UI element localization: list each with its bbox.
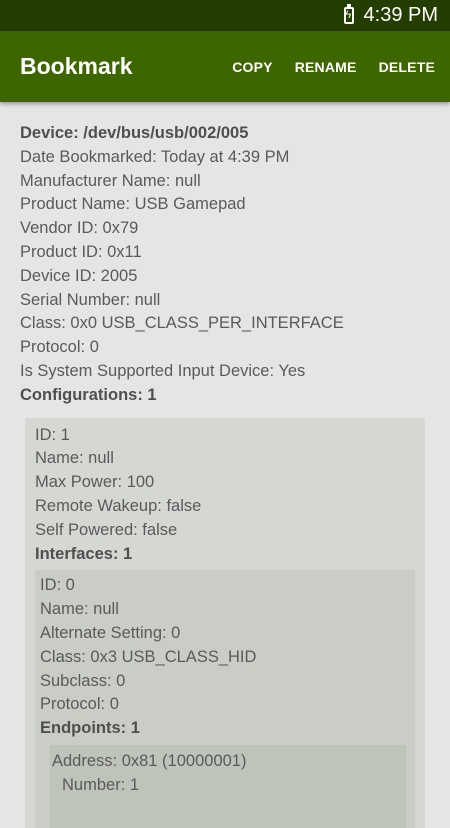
interface-name: Name: null xyxy=(40,600,119,619)
device-details: Device: /dev/bus/usb/002/005 Date Bookma… xyxy=(0,102,450,828)
device-path: Device: /dev/bus/usb/002/005 xyxy=(20,124,249,142)
device-protocol: Protocol: 0 xyxy=(20,338,99,357)
status-bar: ϟ 4:39 PM xyxy=(0,0,450,31)
config-name: Name: null xyxy=(35,449,114,468)
interface-id: ID: 0 xyxy=(40,576,75,595)
copy-button[interactable]: COPY xyxy=(232,59,272,75)
endpoint-card: Address: 0x81 (10000001) Number: 1 xyxy=(50,744,406,828)
serial-number: Serial Number: null xyxy=(20,290,161,309)
config-remote-wakeup: Remote Wakeup: false xyxy=(35,496,202,515)
battery-charging-icon: ϟ xyxy=(343,4,354,24)
device-id: Device ID: 2005 xyxy=(20,266,138,285)
date-bookmarked: Date Bookmarked: Today at 4:39 PM xyxy=(20,147,290,166)
interface-card: ID: 0 Name: null Alternate Setting: 0 Cl… xyxy=(35,570,415,828)
app-bar: Bookmark COPY RENAME DELETE xyxy=(0,31,450,102)
configurations-heading: Configurations: 1 xyxy=(20,385,157,404)
config-max-power: Max Power: 100 xyxy=(35,473,155,492)
status-time: 4:39 PM xyxy=(363,4,438,26)
interface-alt-setting: Alternate Setting: 0 xyxy=(40,623,181,642)
interface-subclass: Subclass: 0 xyxy=(40,671,126,690)
input-device-supported: Is System Supported Input Device: Yes xyxy=(20,361,306,380)
device-class: Class: 0x0 USB_CLASS_PER_INTERFACE xyxy=(20,314,344,333)
vendor-id: Vendor ID: 0x79 xyxy=(20,219,139,238)
interface-class: Class: 0x3 USB_CLASS_HID xyxy=(40,647,257,666)
delete-button[interactable]: DELETE xyxy=(379,59,435,75)
config-self-powered: Self Powered: false xyxy=(35,520,178,539)
manufacturer-name: Manufacturer Name: null xyxy=(20,171,201,190)
config-id: ID: 1 xyxy=(35,425,70,444)
product-name: Product Name: USB Gamepad xyxy=(20,195,246,214)
interface-protocol: Protocol: 0 xyxy=(40,695,119,714)
endpoint-number: Number: 1 xyxy=(62,775,140,794)
rename-button[interactable]: RENAME xyxy=(295,59,357,75)
endpoint-address: Address: 0x81 (10000001) xyxy=(52,751,247,770)
product-id: Product ID: 0x11 xyxy=(20,242,142,261)
page-title: Bookmark xyxy=(20,53,133,79)
configuration-card: ID: 1 Name: null Max Power: 100 Remote W… xyxy=(25,417,425,828)
endpoints-heading: Endpoints: 1 xyxy=(40,719,140,738)
interfaces-heading: Interfaces: 1 xyxy=(35,544,133,563)
